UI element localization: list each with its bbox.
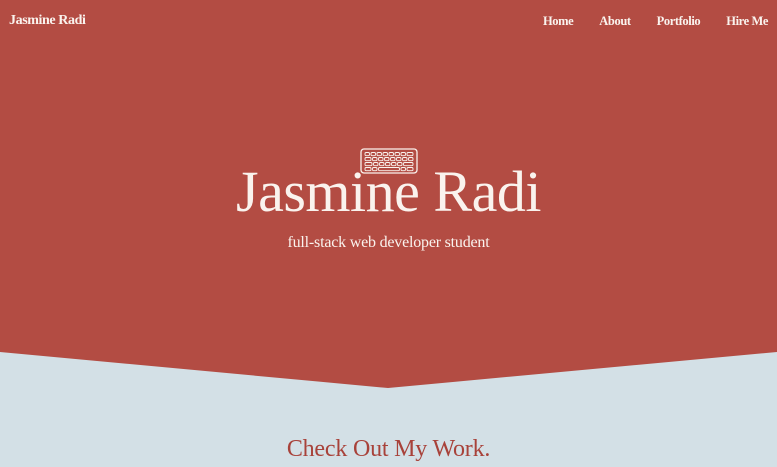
hero-title: Jasmine Radi [236, 159, 541, 224]
work-section-heading: Check Out My Work. [286, 436, 491, 462]
nav-link-portfolio[interactable]: Portfolio [657, 14, 701, 29]
hero-subtitle: full-stack web developer student [287, 234, 490, 251]
hero-section: Jasmine Radi Home About Portfolio Hire M… [0, 0, 777, 390]
brand-logo-link[interactable]: Jasmine Radi [9, 13, 86, 29]
nav-link-hire-me[interactable]: Hire Me [726, 14, 768, 29]
nav-link-home[interactable]: Home [543, 14, 574, 29]
nav-link-about[interactable]: About [599, 14, 631, 29]
main-nav: Home About Portfolio Hire Me [517, 14, 768, 29]
